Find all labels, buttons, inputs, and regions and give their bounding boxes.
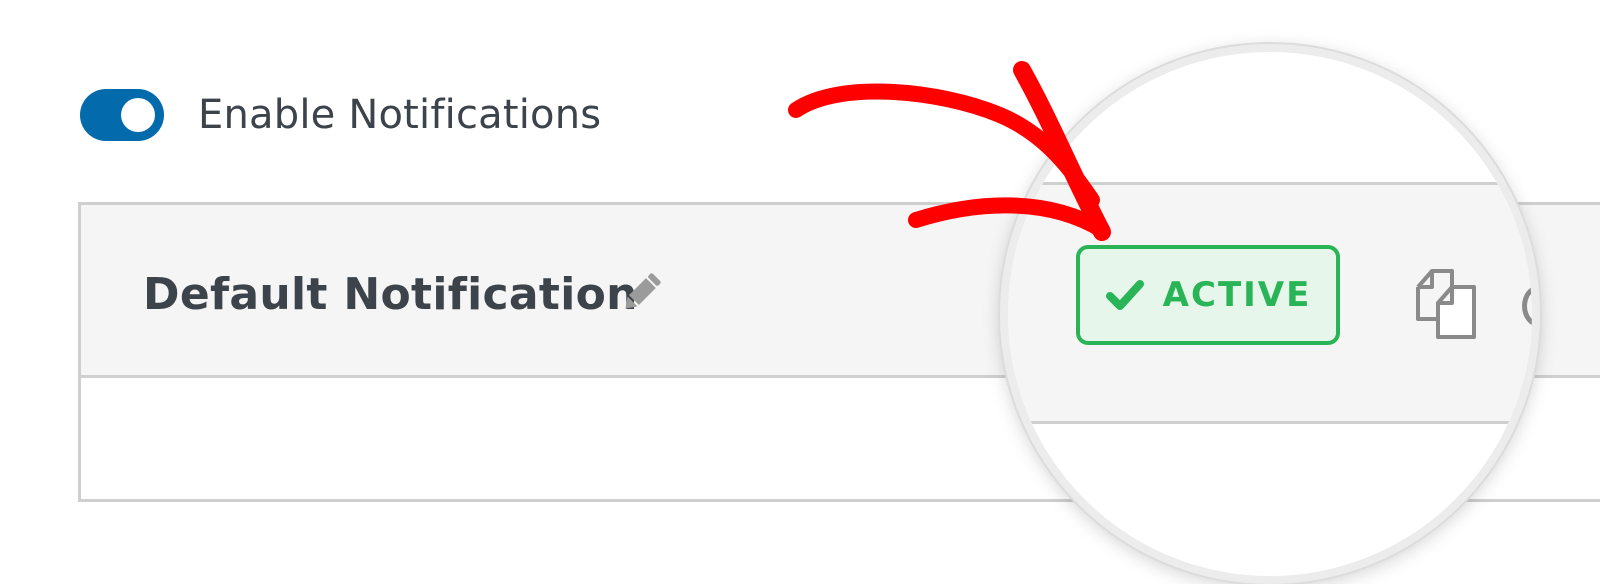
enable-notifications-toggle[interactable] (80, 89, 164, 141)
active-status-badge[interactable]: ACTIVE (1076, 245, 1340, 345)
toggle-knob (121, 98, 155, 132)
checkmark-icon (1105, 280, 1144, 310)
active-status-label: ACTIVE (1162, 275, 1312, 315)
magnified-view: ACTIVE (1000, 44, 1540, 584)
duplicate-icon[interactable] (1408, 265, 1482, 341)
pencil-icon[interactable] (617, 269, 665, 317)
magnified-notification-header: ACTIVE (1008, 182, 1532, 424)
notification-title: Default Notification (143, 269, 638, 320)
enable-notifications-row: Enable Notifications (80, 88, 601, 142)
more-options-icon[interactable] (1522, 285, 1532, 327)
enable-notifications-label: Enable Notifications (198, 92, 602, 138)
